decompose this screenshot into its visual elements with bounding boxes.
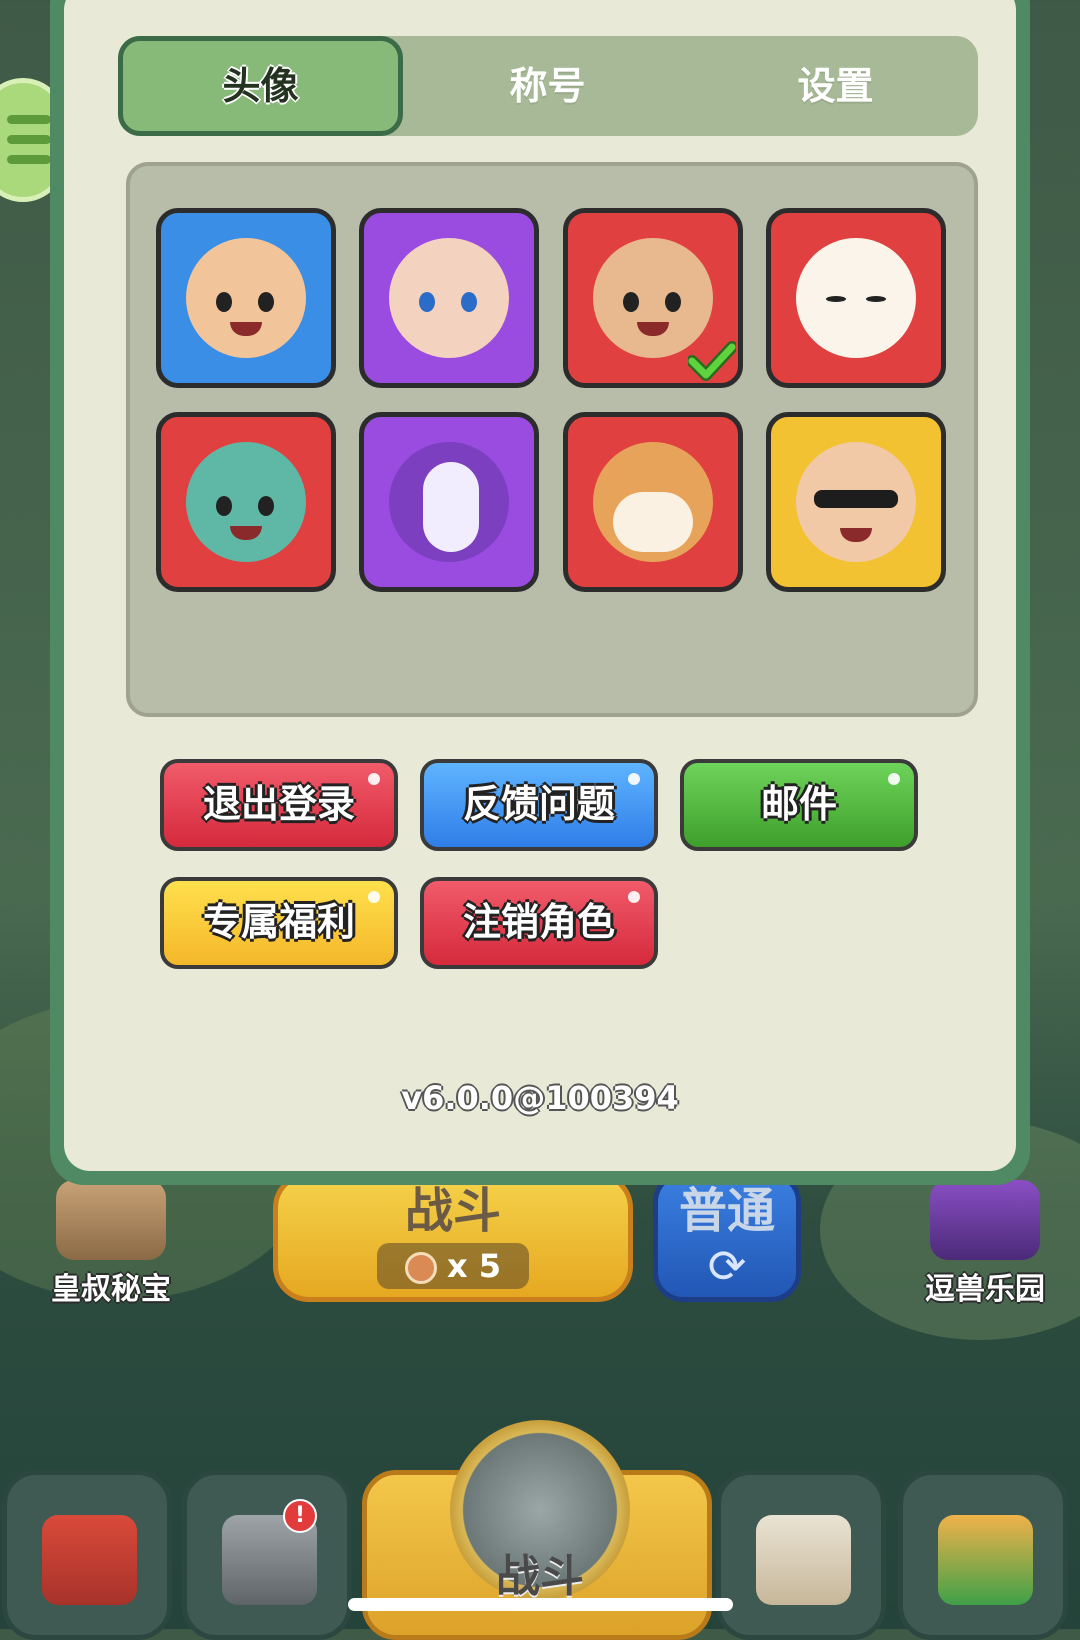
mail-label: 邮件	[760, 782, 837, 826]
profile-panel: 头像 称号 设置 退出登录 反馈问题 邮件 专属福利 注销角色 v6.0.0@1…	[50, 0, 1030, 1185]
pet-park-feature[interactable]: 逗兽乐园	[910, 1180, 1060, 1307]
refresh-icon: ⟳	[707, 1239, 747, 1293]
warrior-avatar-icon	[593, 238, 713, 358]
heroine-avatar-icon	[389, 238, 509, 358]
delete-role-label: 注销角色	[462, 900, 615, 944]
logout-label: 退出登录	[202, 782, 355, 826]
fist-upgrade-icon	[938, 1515, 1033, 1605]
logout-button[interactable]: 退出登录	[160, 759, 398, 851]
battle-cost-value: x 5	[446, 1247, 502, 1285]
corgi-avatar-icon	[593, 442, 713, 562]
avatar-grid	[126, 162, 978, 717]
general-avatar-icon	[186, 238, 306, 358]
horn-icon	[756, 1515, 851, 1605]
feedback-label: 反馈问题	[462, 782, 615, 826]
avatar-option[interactable]	[766, 208, 946, 388]
battle-cost: x 5	[376, 1243, 530, 1289]
avatar-option[interactable]	[563, 412, 743, 592]
treasure-character-icon	[56, 1180, 166, 1260]
battle-button[interactable]: 战斗 x 5	[273, 1172, 633, 1302]
pet-dragon-icon	[930, 1180, 1040, 1260]
nav-tile-shop[interactable]	[2, 1470, 172, 1640]
unicorn-avatar-icon	[389, 442, 509, 562]
panel-body: 头像 称号 设置 退出登录 反馈问题 邮件 专属福利 注销角色 v6.0.0@1…	[64, 0, 1016, 1171]
tab-settings[interactable]: 设置	[693, 36, 978, 136]
meat-icon	[404, 1252, 437, 1284]
mail-button[interactable]: 邮件	[680, 759, 918, 851]
lucky-cat-avatar-icon	[796, 238, 916, 358]
feedback-button[interactable]: 反馈问题	[420, 759, 658, 851]
avatar-option-selected[interactable]	[563, 208, 743, 388]
version-label: v6.0.0@100394	[401, 1079, 679, 1117]
avatar-option[interactable]	[359, 412, 539, 592]
nav-tile-upgrade[interactable]	[898, 1470, 1068, 1640]
avatar-option[interactable]	[156, 412, 336, 592]
right-feature-label: 逗兽乐园	[925, 1272, 1045, 1307]
alert-badge: !	[283, 1499, 317, 1533]
tab-bar: 头像 称号 设置	[118, 36, 978, 136]
avatar-option[interactable]	[766, 412, 946, 592]
benefits-label: 专属福利	[202, 900, 355, 944]
royal-uncle-treasure-feature[interactable]: 皇叔秘宝	[36, 1180, 186, 1307]
exclusive-benefits-button[interactable]: 专属福利	[160, 877, 398, 969]
tab-title[interactable]: 称号	[405, 36, 690, 136]
tab-avatar[interactable]: 头像	[118, 36, 403, 136]
avatar-option[interactable]	[156, 208, 336, 388]
center-nav-label: 战斗	[496, 1551, 584, 1602]
mode-toggle-button[interactable]: 普通 ⟳	[653, 1172, 801, 1302]
left-feature-label: 皇叔秘宝	[51, 1272, 171, 1307]
nav-tile-equipment[interactable]: !	[182, 1470, 352, 1640]
dragon-hood-avatar-icon	[186, 442, 306, 562]
check-icon	[688, 341, 736, 381]
delete-role-button[interactable]: 注销角色	[420, 877, 658, 969]
home-indicator[interactable]	[348, 1598, 733, 1611]
sunglasses-avatar-icon	[796, 442, 916, 562]
gate-icon	[42, 1515, 137, 1605]
nav-tile-summon[interactable]	[716, 1470, 886, 1640]
avatar-option[interactable]	[359, 208, 539, 388]
